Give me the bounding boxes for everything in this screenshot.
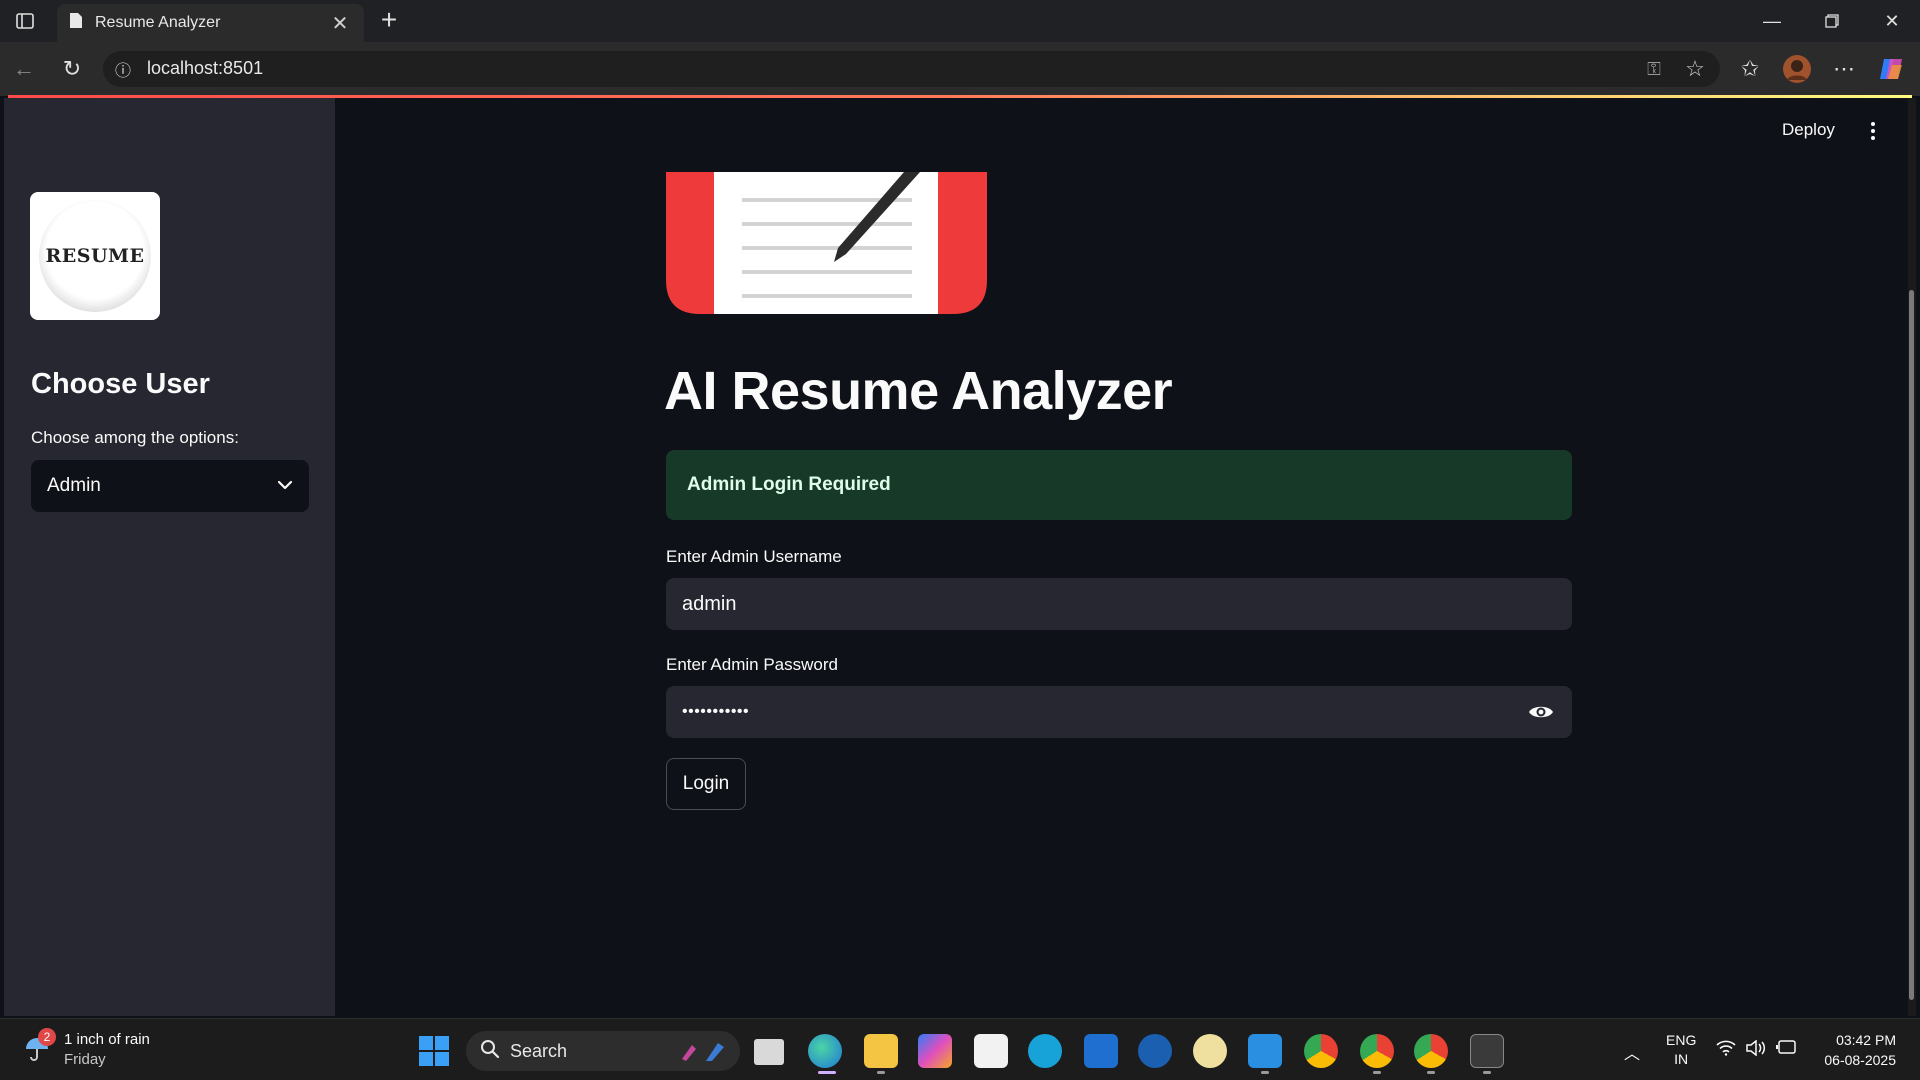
- chrome-profile-icon[interactable]: [1360, 1034, 1394, 1068]
- chrome-icon[interactable]: [1304, 1034, 1338, 1068]
- login-button[interactable]: Login: [666, 758, 746, 810]
- close-tab-icon[interactable]: ✕: [328, 11, 352, 36]
- tab-actions-icon[interactable]: [8, 6, 42, 36]
- resume-logo-badge: RESUME: [39, 200, 151, 312]
- key-icon[interactable]: ⚿: [1636, 52, 1672, 86]
- active-indicator: [818, 1071, 836, 1074]
- task-view-icon[interactable]: [754, 1039, 784, 1065]
- main-content: [335, 98, 1908, 1016]
- user-select[interactable]: Admin: [31, 460, 309, 512]
- restore-icon[interactable]: [1802, 0, 1862, 42]
- weather-badge: 2: [38, 1028, 56, 1046]
- scrollbar-thumb[interactable]: [1909, 290, 1914, 1000]
- username-value: admin: [682, 592, 737, 615]
- running-indicator: [1483, 1071, 1491, 1074]
- password-field[interactable]: •••••••••••: [666, 686, 1572, 738]
- copilot-icon[interactable]: [1874, 52, 1910, 86]
- tab-title: Resume Analyzer: [95, 14, 221, 31]
- lang-line1: ENG: [1666, 1032, 1697, 1048]
- show-password-icon[interactable]: [1526, 697, 1556, 727]
- edge-icon[interactable]: [808, 1034, 842, 1068]
- page-title: AI Resume Analyzer: [664, 361, 1173, 421]
- running-indicator: [1373, 1071, 1381, 1074]
- terminal-icon[interactable]: [1470, 1034, 1504, 1068]
- clock-date: 06-08-2025: [1824, 1052, 1896, 1068]
- volume-icon[interactable]: [1746, 1039, 1766, 1061]
- favorites-icon[interactable]: ✩: [1732, 52, 1768, 86]
- login-required-alert: Admin Login Required: [666, 450, 1572, 520]
- clock-time: 03:42 PM: [1836, 1032, 1896, 1048]
- user-select-value: Admin: [47, 475, 101, 496]
- username-label: Enter Admin Username: [666, 547, 842, 566]
- page-icon: [69, 12, 83, 34]
- alert-text: Admin Login Required: [687, 474, 891, 495]
- resume-logo: RESUME: [30, 192, 160, 320]
- running-indicator: [1427, 1071, 1435, 1074]
- url-text[interactable]: localhost:8501: [147, 58, 263, 79]
- deploy-button[interactable]: Deploy: [1782, 120, 1835, 140]
- file-explorer-icon[interactable]: [864, 1034, 898, 1068]
- password-value: •••••••••••: [682, 703, 750, 720]
- browser-tab[interactable]: Resume Analyzer ✕: [57, 4, 364, 42]
- password-label: Enter Admin Password: [666, 655, 838, 674]
- search-icon: [480, 1039, 500, 1064]
- taskbar-search[interactable]: Search: [466, 1031, 740, 1071]
- lang-line2: IN: [1674, 1051, 1689, 1067]
- emblem-app-icon[interactable]: [1193, 1034, 1227, 1068]
- show-hidden-icons[interactable]: ︿: [1624, 1040, 1640, 1064]
- favorite-star-icon[interactable]: ☆: [1677, 52, 1713, 86]
- running-indicator: [1261, 1071, 1269, 1074]
- refresh-icon[interactable]: ↻: [54, 52, 90, 86]
- search-label: Search: [510, 1040, 568, 1061]
- language-indicator[interactable]: ENG IN: [1666, 1031, 1696, 1069]
- minimize-icon[interactable]: —: [1742, 0, 1802, 42]
- username-field[interactable]: admin: [666, 578, 1572, 630]
- chevron-down-icon: [277, 477, 293, 495]
- chrome-profile-2-icon[interactable]: [1414, 1034, 1448, 1068]
- weather-text[interactable]: 1 inch of rain: [64, 1031, 150, 1048]
- running-indicator: [877, 1071, 885, 1074]
- close-window-icon[interactable]: ✕: [1862, 0, 1920, 42]
- profile-avatar[interactable]: [1779, 52, 1815, 86]
- vscode-icon[interactable]: [1248, 1034, 1282, 1068]
- more-options-icon[interactable]: ⋯: [1826, 52, 1862, 86]
- wifi-icon[interactable]: [1716, 1040, 1736, 1061]
- windows-start-icon[interactable]: [419, 1036, 449, 1066]
- app-aperture-icon[interactable]: [1138, 1034, 1172, 1068]
- weather-day[interactable]: Friday: [64, 1051, 106, 1068]
- resume-hero-image: [666, 172, 987, 314]
- address-bar[interactable]: [103, 51, 1720, 87]
- user-select-label: Choose among the options:: [31, 428, 239, 447]
- back-icon[interactable]: ←: [6, 52, 42, 86]
- main-menu-icon[interactable]: [1866, 118, 1880, 144]
- resume-logo-text: RESUME: [45, 245, 145, 267]
- battery-icon[interactable]: [1776, 1040, 1798, 1059]
- clock[interactable]: 03:42 PM 06-08-2025: [1810, 1030, 1896, 1070]
- sidebar-title: Choose User: [31, 368, 210, 400]
- store-icon[interactable]: [974, 1034, 1008, 1068]
- site-info-icon[interactable]: ⓘ: [106, 52, 140, 86]
- copilot-taskbar-icon[interactable]: [918, 1034, 952, 1068]
- search-highlight-icon: [678, 1041, 726, 1068]
- new-tab-icon[interactable]: +: [374, 4, 404, 36]
- outlook-icon[interactable]: [1084, 1034, 1118, 1068]
- contacts-icon[interactable]: [1028, 1034, 1062, 1068]
